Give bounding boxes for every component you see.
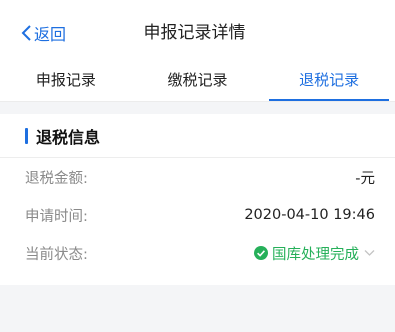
status-value: 国库处理完成 <box>272 246 359 263</box>
check-circle-icon <box>254 246 268 260</box>
refund-amount-label: 退税金额: <box>25 170 88 187</box>
section-header: 退税信息 <box>0 114 395 158</box>
status-dropdown[interactable]: 国库处理完成 <box>254 243 375 264</box>
record-tabs: 申报记录 缴税记录 退税记录 <box>0 62 395 102</box>
current-status-label: 当前状态: <box>25 246 88 263</box>
chevron-down-icon <box>364 250 375 256</box>
refund-info-card: 退税信息 退税金额: -元 申请时间: 2020-04-10 19:46 当前状… <box>0 114 395 285</box>
top-navigation-bar: 返回 申报记录详情 <box>0 0 395 62</box>
refund-amount-value: -元 <box>355 170 375 187</box>
tab-tax-refund-records[interactable]: 退税记录 <box>263 62 395 101</box>
application-time-label: 申请时间: <box>25 208 88 225</box>
application-time-value: 2020-04-10 19:46 <box>244 207 375 223</box>
application-time-row: 申请时间: 2020-04-10 19:46 <box>0 196 395 234</box>
current-status-row: 当前状态: 国库处理完成 <box>0 234 395 272</box>
section-title: 退税信息 <box>36 127 101 147</box>
page-title: 申报记录详情 <box>143 23 246 43</box>
refund-amount-row: 退税金额: -元 <box>0 158 395 196</box>
tab-tax-payment-records[interactable]: 缴税记录 <box>132 62 264 101</box>
tab-declaration-records[interactable]: 申报记录 <box>0 62 132 101</box>
section-accent-bar <box>25 127 28 144</box>
